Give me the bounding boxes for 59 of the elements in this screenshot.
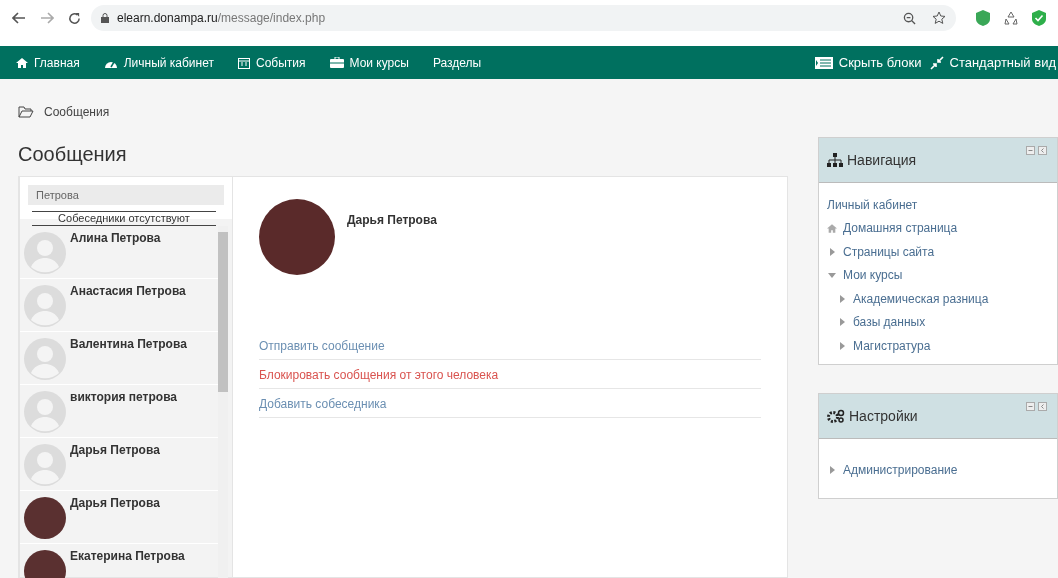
briefcase-icon bbox=[329, 57, 344, 68]
avatar-silhouette-icon bbox=[24, 285, 66, 327]
zoom-icon[interactable] bbox=[903, 11, 916, 25]
profile-name: Дарья Петрова bbox=[347, 212, 437, 227]
avatar-silhouette-icon bbox=[24, 338, 66, 380]
home-icon bbox=[16, 57, 28, 68]
expand-caret-icon[interactable] bbox=[837, 341, 847, 350]
expand-caret-icon[interactable] bbox=[827, 247, 837, 256]
sitemap-icon bbox=[827, 153, 843, 167]
contacts-header: Собеседники отсутствуют bbox=[32, 211, 216, 226]
block-title: Навигация bbox=[847, 152, 917, 168]
action-link[interactable]: Добавить собеседника bbox=[259, 397, 387, 411]
settings-icon bbox=[827, 408, 845, 423]
contact-item[interactable]: Алина Петрова bbox=[20, 226, 218, 279]
block-controls-icon[interactable] bbox=[1026, 146, 1047, 155]
contact-item[interactable]: Дарья Петрова bbox=[20, 491, 218, 544]
tree-item[interactable]: Магистратура bbox=[853, 338, 931, 353]
folder-icon bbox=[18, 106, 34, 118]
avatar-silhouette-icon bbox=[24, 391, 66, 433]
tree-item[interactable]: Академическая разница bbox=[853, 291, 989, 306]
tree-item[interactable]: Мои курсы bbox=[843, 268, 903, 283]
contact-item[interactable]: виктория петрова bbox=[20, 385, 218, 438]
avatar-photo-placeholder bbox=[24, 497, 66, 539]
contact-item[interactable]: Анастасия Петрова bbox=[20, 279, 218, 332]
breadcrumb-item[interactable]: Сообщения bbox=[44, 105, 110, 119]
nav-link[interactable]: Скрыть блоки bbox=[808, 51, 924, 74]
nav-link[interactable]: Главная bbox=[8, 51, 88, 74]
contact-item[interactable]: Екатерина Петрова bbox=[20, 544, 218, 578]
nav-link[interactable]: Стандартный вид bbox=[923, 51, 1058, 74]
tree-item[interactable]: Личный кабинет bbox=[827, 197, 918, 212]
nav-link[interactable]: События bbox=[229, 51, 314, 74]
block-controls-icon[interactable] bbox=[1026, 401, 1047, 411]
avatar-silhouette-icon bbox=[24, 232, 66, 274]
home-icon bbox=[827, 223, 837, 233]
block-title: Настройки bbox=[849, 407, 918, 424]
calendar-icon bbox=[237, 56, 250, 69]
compress-arrows-icon bbox=[929, 55, 944, 70]
expand-caret-icon[interactable] bbox=[827, 466, 837, 475]
tree-item[interactable]: базы данных bbox=[853, 315, 926, 330]
avatar-silhouette-icon bbox=[24, 444, 66, 486]
contact-item[interactable]: Дарья Петрова bbox=[20, 438, 218, 491]
contact-item[interactable]: Валентина Петрова bbox=[20, 332, 218, 385]
tree-item[interactable]: Домашняя страница bbox=[843, 221, 958, 236]
search-field[interactable]: Петрова bbox=[28, 185, 224, 205]
page-title: Сообщения bbox=[18, 143, 128, 166]
expand-caret-icon[interactable] bbox=[837, 318, 847, 327]
tree-item[interactable]: Страницы сайта bbox=[843, 244, 935, 259]
action-link[interactable]: Блокировать сообщения от этого человека bbox=[259, 368, 499, 382]
address-bar[interactable]: elearn.donampa.ru/message/index.php bbox=[91, 5, 956, 31]
nav-link[interactable]: Разделы bbox=[424, 51, 490, 74]
action-link[interactable]: Отправить сообщение bbox=[259, 339, 385, 353]
star-icon[interactable] bbox=[932, 11, 946, 25]
lock-icon bbox=[101, 13, 109, 23]
expand-caret-icon[interactable] bbox=[837, 294, 847, 303]
nav-link[interactable]: Личный кабинет bbox=[95, 51, 222, 74]
list-icon bbox=[814, 56, 833, 69]
nav-link[interactable]: Мои курсы bbox=[321, 51, 417, 74]
tree-item[interactable]: Администрирование bbox=[843, 463, 958, 478]
collapse-caret-icon[interactable] bbox=[827, 272, 837, 278]
